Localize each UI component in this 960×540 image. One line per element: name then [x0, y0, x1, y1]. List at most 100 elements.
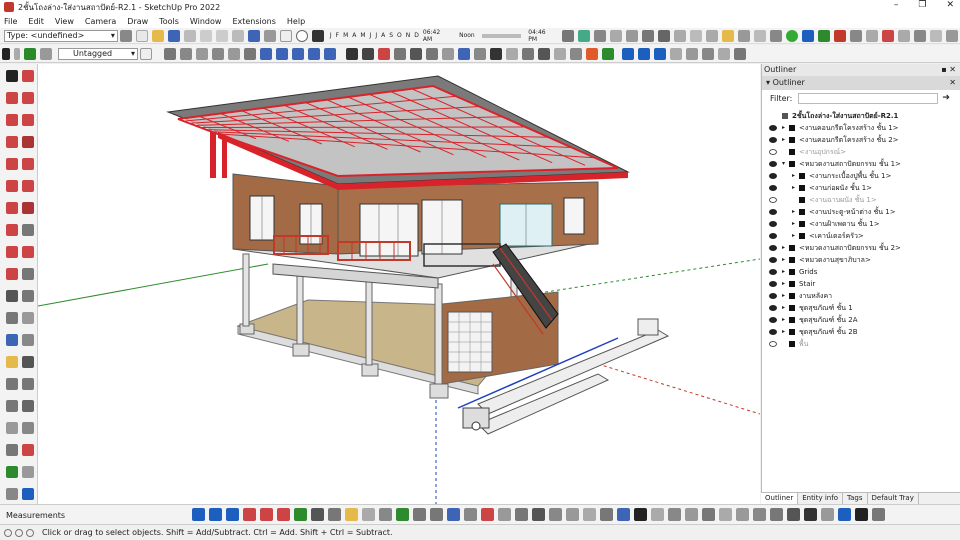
extension-tool-icon[interactable] [549, 508, 562, 521]
rotated-rect-tool-icon[interactable] [22, 114, 34, 126]
scale-icon[interactable] [770, 29, 782, 42]
visibility-eye-icon[interactable] [769, 221, 777, 227]
extension-tool-icon[interactable] [413, 508, 426, 521]
visibility-eye-icon[interactable] [769, 305, 777, 311]
extension-tool-icon[interactable] [872, 508, 885, 521]
look-around-icon[interactable] [706, 29, 718, 42]
visibility-eye-icon[interactable] [769, 317, 777, 323]
outliner-row[interactable]: ▸ <งานประตู-หน้าต่าง ชั้น 1> [762, 206, 960, 218]
visibility-eye-icon[interactable] [769, 281, 777, 287]
scene-icon[interactable] [686, 47, 698, 60]
2pt-arc-tool-icon[interactable] [22, 158, 34, 170]
extension-tool-icon[interactable] [804, 508, 817, 521]
text-icon[interactable] [442, 47, 454, 60]
section-cut-icon[interactable] [670, 47, 682, 60]
scale-tool-icon[interactable] [6, 268, 18, 280]
menu-window[interactable]: Window [190, 17, 222, 26]
outer-shell-tool-icon[interactable] [22, 224, 34, 236]
section-tool-icon[interactable] [22, 444, 34, 456]
expand-toggle-icon[interactable]: ▸ [782, 302, 785, 314]
section-display-icon[interactable] [898, 29, 910, 42]
outliner-model-row[interactable]: 2ชั้นโถงล่าง-ใส่งานสถาปัตย์-R2.1 [762, 110, 960, 122]
left-view-icon[interactable] [244, 47, 256, 60]
outliner-row[interactable]: ▸ <หมวดงานสถาปัตยกรรม ชั้น 2> [762, 242, 960, 254]
rectangle-tool-icon[interactable] [6, 114, 18, 126]
open-folder-icon[interactable] [151, 29, 164, 42]
extension-tool-icon[interactable] [498, 508, 511, 521]
outliner-row[interactable]: ▸ <หมวดงานสุขาภิบาล> [762, 254, 960, 266]
outliner-row[interactable]: ▸ ชุดสุขภัณฑ์ ชั้น 2A [762, 314, 960, 326]
follow-me-tool-icon[interactable] [22, 202, 34, 214]
expand-toggle-icon[interactable]: ▸ [792, 206, 795, 218]
push-pull-tool-icon[interactable] [6, 202, 18, 214]
undo-icon[interactable] [247, 29, 260, 42]
3pt-arc-tool-icon[interactable] [6, 180, 18, 192]
extension-tool-icon[interactable] [532, 508, 545, 521]
extension-tool-icon[interactable] [345, 508, 358, 521]
outliner-row[interactable]: ▸ <งานฝ้าเพดาน ชั้น 1> [762, 218, 960, 230]
visibility-eye-icon[interactable] [769, 209, 777, 215]
expand-toggle-icon[interactable]: ▸ [782, 254, 785, 266]
rotate-tool-icon[interactable] [22, 246, 34, 258]
axes-icon[interactable] [458, 47, 470, 60]
extension-tool-icon[interactable] [787, 508, 800, 521]
extension-tool-icon[interactable] [328, 508, 341, 521]
3d-warehouse-icon[interactable] [802, 29, 814, 42]
match-photo-icon[interactable] [602, 47, 614, 60]
sandbox-tool-icon[interactable] [6, 466, 18, 478]
expand-toggle-icon[interactable]: ▸ [782, 122, 785, 134]
extension-tool-icon[interactable] [719, 508, 732, 521]
visibility-eye-icon[interactable] [769, 197, 777, 203]
hidden-line-icon[interactable] [308, 47, 320, 60]
visibility-eye-icon[interactable] [769, 161, 777, 167]
extension-tool-icon[interactable] [447, 508, 460, 521]
expand-toggle-icon[interactable]: ▸ [792, 170, 795, 182]
outliner-row[interactable]: ▸ ชุดสุขภัณฑ์ ชั้น 2B [762, 326, 960, 338]
time-slider[interactable] [481, 33, 522, 38]
copy-icon[interactable] [199, 29, 212, 42]
extension-icon[interactable] [570, 47, 582, 60]
extension-tool-icon[interactable] [192, 508, 205, 521]
outliner-row[interactable]: <งานฉาบผนัง ชั้น 1> [762, 194, 960, 206]
offset-tool-icon[interactable] [6, 224, 18, 236]
extension-warehouse-icon[interactable] [818, 29, 830, 42]
extension-tool-icon[interactable] [702, 508, 715, 521]
profiles-icon[interactable] [538, 47, 550, 60]
tab-outliner[interactable]: Outliner [761, 493, 799, 504]
stamp-icon[interactable] [734, 47, 746, 60]
paste-icon[interactable] [215, 29, 228, 42]
geo-location-icon[interactable] [4, 528, 12, 537]
extension-tool-icon[interactable] [515, 508, 528, 521]
wireframe-icon[interactable] [292, 47, 304, 60]
type-selector[interactable]: Type: <undefined> ▾ [4, 29, 118, 42]
zoom-window-icon[interactable] [642, 29, 654, 42]
extension-tool-icon[interactable] [600, 508, 613, 521]
extension-tool-icon[interactable] [294, 508, 307, 521]
shadows-icon[interactable] [311, 29, 324, 42]
outliner-row[interactable]: ▸ <งานคอนกรีตโครงสร้าง ชั้น 2> [762, 134, 960, 146]
pin-close-icon[interactable]: ▪ ✕ [941, 64, 956, 76]
select-tool-icon[interactable] [6, 70, 18, 82]
extension-tool-icon[interactable] [260, 508, 273, 521]
orbit-tool-icon[interactable] [22, 356, 34, 368]
rotate-icon[interactable] [738, 29, 750, 42]
expand-toggle-icon[interactable]: ▾ [782, 158, 785, 170]
eraser-tool-icon[interactable] [22, 70, 34, 82]
close-button[interactable]: ✕ [946, 0, 954, 10]
expand-toggle-icon[interactable]: ▸ [782, 326, 785, 338]
outliner-row[interactable]: พื้น [762, 338, 960, 350]
visibility-eye-icon[interactable] [769, 233, 777, 239]
tape-tool-icon[interactable] [6, 290, 18, 302]
chevron-down-icon[interactable] [14, 47, 20, 60]
outliner-row[interactable]: ▸ <งานกระเบื้องปูพื้น ชั้น 1> [762, 170, 960, 182]
tab-tags[interactable]: Tags [843, 493, 868, 504]
component-icon[interactable] [622, 47, 634, 60]
move-tool-icon[interactable] [6, 246, 18, 258]
visibility-eye-icon[interactable] [769, 125, 777, 131]
outliner-row[interactable]: ▾ <หมวดงานสถาปัตยกรรม ชั้น 1> [762, 158, 960, 170]
outliner-row[interactable]: ▸ Stair [762, 278, 960, 290]
print-icon[interactable] [279, 29, 292, 42]
menu-edit[interactable]: Edit [28, 17, 44, 26]
redo-icon[interactable] [263, 29, 276, 42]
view-3d-icon[interactable] [490, 47, 502, 60]
